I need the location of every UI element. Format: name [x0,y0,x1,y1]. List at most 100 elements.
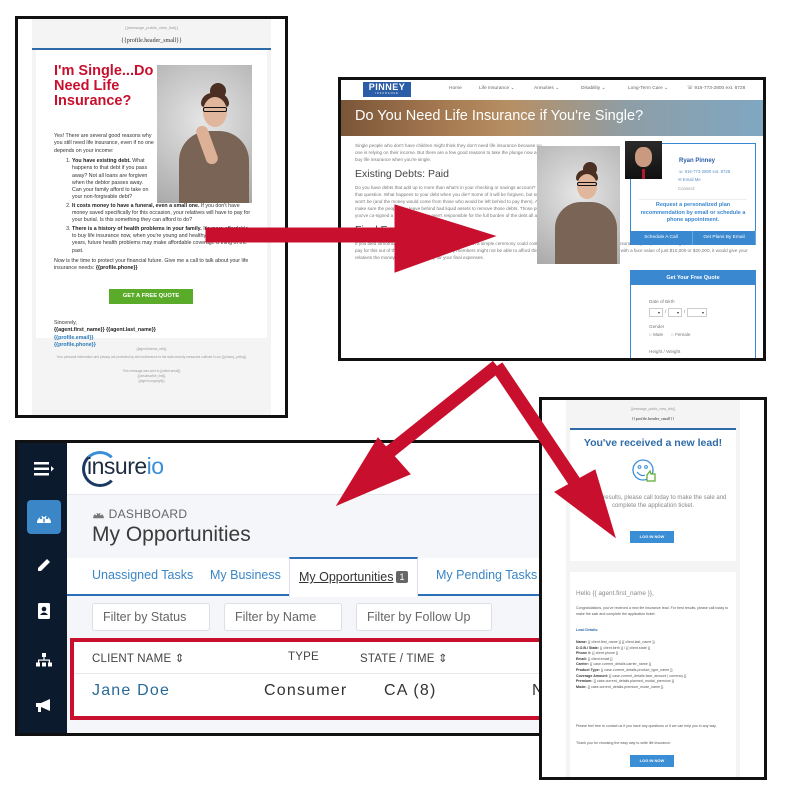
column-type: TYPE [288,651,319,663]
article-title: Do You Need Life Insurance if You're Sin… [355,108,644,124]
filter-by-follow-up-input[interactable]: Filter by Follow Up [356,603,492,631]
public-view-link[interactable]: {{message_public_view_link}} [18,25,285,30]
quote-form-title: Get Your Free Quote [631,271,755,285]
filter-by-status-input[interactable]: Filter by Status [92,603,210,631]
lead-alert-title: You've received a new lead! [583,437,723,449]
lead-details-heading: Lead Details: [576,628,599,632]
height-select[interactable]: ▾ [649,358,691,361]
agent-email-link[interactable]: {{profile.email}} [54,335,249,342]
privacy-notice: Your personal information and privacy ar… [56,355,247,359]
filter-by-name-input[interactable]: Filter by Name [224,603,342,631]
sidebar-item-marketing[interactable] [27,689,61,723]
email-intro: Yes! There are several good reasons why … [54,133,154,154]
article-intro: Single people who don't have children mi… [355,143,542,162]
lead-details-list: Name: {{ client.first_name }} {{ client.… [576,640,687,689]
reason-item: There is a history of health problems in… [72,226,254,255]
lead-alert-summary: For best results, please call today to m… [579,495,727,509]
menu-toggle-button[interactable] [27,452,61,486]
email-template-panel: {{message_public_view_link}} {{profile.h… [15,16,288,418]
nav-life-insurance[interactable]: Life Insurance ⌄ [479,86,515,91]
email-header: {{profile.header_small}} [631,416,675,421]
weight-input[interactable] [695,358,735,361]
column-client-name[interactable]: CLIENT NAME ⇕ [92,651,185,665]
agent-phone[interactable]: ☏ 916-773-2800 ext. 8728 [678,169,730,175]
insureio-logo[interactable]: insureio [87,453,164,480]
breadcrumb[interactable]: DASHBOARD [92,507,187,521]
opportunities-table: CLIENT NAME ⇕ TYPE STATE / TIME ⇕ Jane D… [70,638,542,720]
reason-item: You have existing debt. What happens to … [72,158,154,202]
column-state-time[interactable]: STATE / TIME ⇕ [360,651,448,665]
section-heading: Existing Debts: Paid [355,168,449,181]
client-state: CA (8) [384,682,437,699]
get-free-quote-button[interactable]: GET A FREE QUOTE [109,289,193,304]
log-in-now-button[interactable]: LOG IN NOW [630,531,674,543]
sidebar-item-contacts[interactable] [27,594,61,628]
page-title: My Opportunities [92,523,251,546]
sidebar: Ryan Pinney ☏ 916-773-2800 ext. 8728 ✉ E… [625,141,756,361]
sent-to-notice: This message was sent to {{client.email}… [122,369,181,373]
gender-female-radio[interactable]: ○ Female [671,332,690,337]
pencil-icon [38,559,50,571]
dob-day-select[interactable]: ▾ [668,308,682,317]
connect-label: Connect: [678,186,696,191]
quote-form: Get Your Free Quote Date of Birth ▾ / ▾ … [630,270,756,361]
sidebar-item-edit[interactable] [27,548,61,582]
nav-annuities[interactable]: Annuities ⌄ [534,86,559,91]
smiley-thumbs-up-icon [632,459,656,482]
agent-avatar [625,141,662,179]
greeting: Hello {{ agent.first_name }}, [576,590,654,597]
site-navbar: PINNEY INSURANCE Home Life Insurance ⌄ A… [341,80,763,100]
email-body: I'm Single...Do I Need Life Insurance? Y… [36,50,267,348]
insureio-dashboard-panel: insureio DASHBOARD My Opportunities Unas… [15,440,545,736]
menu-icon [34,462,54,476]
dob-month-select[interactable]: ▾ [649,308,663,317]
agent-name: Ryan Pinney [679,158,716,164]
nav-long-term-care[interactable]: Long-Term Care ⌄ [628,86,668,91]
dashboard-icon [93,511,104,519]
sidebar-item-organization[interactable] [27,643,61,677]
email-header: {{profile.header_small}} [121,38,182,44]
gender-label: Gender [649,324,665,329]
lead-details-card: Hello {{ agent.first_name }}, Congratula… [570,572,736,777]
megaphone-icon [36,699,50,712]
tab-my-business[interactable]: My Business [210,568,281,582]
reason-item: It costs money to have a funeral, even a… [72,203,254,225]
agent-email-link[interactable]: ✉ Email Me [678,177,701,183]
opportunities-count-badge: 1 [396,571,408,583]
contacts-icon [38,603,50,619]
dob-label: Date of Birth [649,299,675,304]
get-plans-email-button[interactable]: Get Plans By Email [693,231,756,245]
app-header: insureio [67,443,542,495]
pinney-logo[interactable]: PINNEY INSURANCE [363,82,411,97]
height-weight-label: Height / Weight [649,349,681,354]
tab-bar: Unassigned Tasks My Business My Opportun… [67,557,542,597]
signature: Sincerely, {{agent.first_name}} {{agent.… [54,320,249,349]
public-view-link[interactable]: {{message_public_view_link}} [542,407,764,411]
log-in-now-button[interactable]: LOG IN NOW [630,755,674,767]
tab-unassigned-tasks[interactable]: Unassigned Tasks [92,568,193,582]
client-name-link[interactable]: Jane Doe [92,682,170,700]
contact-text: Please feel free to contact us if you ha… [576,724,717,728]
schedule-call-button[interactable]: Schedule A Call [630,231,693,245]
sidebar-item-dashboard[interactable] [27,500,61,534]
section-heading: Final Expenses: Paid [355,224,454,237]
nav-home[interactable]: Home [449,86,462,91]
tab-my-opportunities[interactable]: My Opportunities 1 [289,557,418,597]
client-type: Consumer [264,682,348,699]
email-outro: Now is the time to protect your financia… [54,258,249,272]
article-body: Single people who don't have children mi… [355,143,750,264]
agent-card: Ryan Pinney ☏ 916-773-2800 ext. 8728 ✉ E… [625,141,756,245]
nav-phone[interactable]: ☏ 916-773-2800 ext. 8728 [687,86,745,91]
dob-year-select[interactable]: ▾ [687,308,707,317]
email-title: I'm Single...Do I Need Life Insurance? [54,63,162,109]
thanks-text: Thank you for choosing the easy way to w… [576,741,672,745]
app-sidebar [18,443,67,733]
tab-my-pending-tasks[interactable]: My Pending Tasks [436,568,537,582]
org-chart-icon [36,653,52,667]
nav-disability[interactable]: Disability ⌄ [581,86,606,91]
license-info: {{agent.license_info}} [136,347,167,351]
unsubscribe-link[interactable]: {{unsubscribe_link}} [38,374,265,378]
website-panel: PINNEY INSURANCE Home Life Insurance ⌄ A… [338,77,766,361]
page-banner: Do You Need Life Insurance if You're Sin… [341,100,763,136]
gender-male-radio[interactable]: ○ Male [649,332,663,337]
